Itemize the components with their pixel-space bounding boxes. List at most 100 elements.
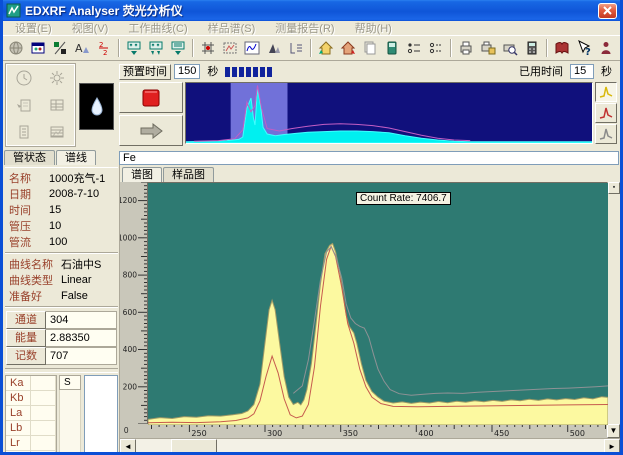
scrollbar-track[interactable] xyxy=(136,439,604,453)
chart-side-button[interactable]: ▪ xyxy=(608,182,620,194)
progress-block xyxy=(225,67,230,77)
ratio-toolbar-button[interactable] xyxy=(49,38,71,59)
tab-tube-status[interactable]: 管状态 xyxy=(4,150,55,165)
peak-yellow-button[interactable] xyxy=(595,82,617,102)
scrollbar-thumb[interactable] xyxy=(171,439,217,453)
timer-button[interactable] xyxy=(7,65,41,92)
spectrum-save-toolbar-button[interactable] xyxy=(123,38,145,59)
chart-panel: 谱图 样品图 20040060080010001200 Count Rate: … xyxy=(120,165,620,453)
preset-time-value[interactable]: 150 xyxy=(174,64,200,79)
peak-compare-icon xyxy=(266,40,282,56)
sample-indicator xyxy=(79,83,114,130)
toolbar-separator xyxy=(546,39,548,57)
svg-text:450: 450 xyxy=(494,429,509,438)
svg-text:2: 2 xyxy=(103,49,107,56)
window-settings-toolbar-button[interactable] xyxy=(27,38,49,59)
option-list-2-toolbar-button[interactable] xyxy=(425,38,447,59)
clock-icon xyxy=(15,69,33,87)
spectrum-preview[interactable] xyxy=(185,82,593,144)
menu-item-settings[interactable]: 设置(E) xyxy=(9,20,66,36)
element-column-header[interactable]: S xyxy=(59,375,81,390)
peak-view-buttons xyxy=(593,81,618,147)
font-scale-toolbar-button[interactable]: A xyxy=(71,38,93,59)
device-toolbar-button[interactable] xyxy=(381,38,403,59)
smooth-curve-icon xyxy=(244,40,260,56)
tab-spectral-lines[interactable]: 谱线 xyxy=(56,150,96,165)
peak-compare-toolbar-button[interactable] xyxy=(263,38,285,59)
menu-item-help[interactable]: 帮助(H) xyxy=(349,20,406,36)
option-list-1-toolbar-button[interactable] xyxy=(403,38,425,59)
tab-sample-chart[interactable]: 样品图 xyxy=(163,167,214,182)
start-button[interactable] xyxy=(119,115,183,146)
app-icon xyxy=(6,3,21,18)
print-toolbar-button[interactable] xyxy=(455,38,477,59)
cursor-info-group: 通道304 能量2.88350 记数707 xyxy=(5,307,118,369)
stop-icon xyxy=(141,88,161,108)
peak-search-toolbar-button[interactable] xyxy=(197,38,219,59)
fraction-toolbar-button[interactable]: 22 xyxy=(93,38,115,59)
sphere-toolbar-button[interactable] xyxy=(5,38,27,59)
peak-red-button[interactable] xyxy=(595,103,617,123)
acquisition-area: 预置时间 150 秒 已用时间 15 秒 xyxy=(3,61,620,149)
notes-button[interactable] xyxy=(7,118,41,145)
table-chart-icon xyxy=(48,123,66,141)
menu-item-sample-spectrum[interactable]: 样品谱(S) xyxy=(202,20,270,36)
home-import-toolbar-button[interactable] xyxy=(315,38,337,59)
stop-button[interactable] xyxy=(119,82,183,113)
info-row: 曲线名称石油中S xyxy=(5,256,118,272)
exit-user-toolbar-button[interactable] xyxy=(595,38,617,59)
context-help-toolbar-button[interactable]: ? xyxy=(573,38,595,59)
spectrum-delete-toolbar-button[interactable] xyxy=(145,38,167,59)
element-input[interactable]: Fe xyxy=(119,151,619,165)
spectrum-new-icon xyxy=(170,40,186,56)
menu-item-view[interactable]: 视图(V) xyxy=(66,20,123,36)
cursor-row: 通道304 xyxy=(6,311,117,329)
tube-table-button[interactable] xyxy=(41,92,75,119)
spectrum-chart xyxy=(148,183,608,425)
emission-lines-area: Ka Kb La Lb Lr LeIn S xyxy=(5,372,118,455)
region-select-toolbar-button[interactable] xyxy=(219,38,241,59)
hand-page-icon xyxy=(15,96,33,114)
close-button[interactable] xyxy=(598,3,617,19)
spectrum-plot[interactable]: Count Rate: 7406.7 xyxy=(147,182,607,424)
spectrum-new-toolbar-button[interactable] xyxy=(167,38,189,59)
sample-load-button[interactable] xyxy=(7,92,41,119)
tab-spectrum-chart[interactable]: 谱图 xyxy=(122,167,162,182)
report-table-button[interactable] xyxy=(41,118,75,145)
sun-icon xyxy=(48,69,66,87)
x-axis-dropdown-button[interactable]: ▼ xyxy=(607,424,620,438)
element-listbox[interactable] xyxy=(84,375,118,455)
scroll-right-button[interactable]: ► xyxy=(604,439,620,453)
menu-item-working-curve[interactable]: 工作曲线(C) xyxy=(122,20,201,36)
field-label: 时间 xyxy=(5,202,49,218)
element-column: S xyxy=(59,375,81,455)
peak-list-icon xyxy=(288,40,304,56)
home-export-toolbar-button[interactable] xyxy=(337,38,359,59)
info-row: 曲线类型Linear xyxy=(5,272,118,288)
peak-gray-button[interactable] xyxy=(595,124,617,144)
hv-button[interactable] xyxy=(41,65,75,92)
smooth-curve-toolbar-button[interactable] xyxy=(241,38,263,59)
calculator-toolbar-button[interactable] xyxy=(521,38,543,59)
svg-text:800: 800 xyxy=(123,271,138,280)
print-preview-toolbar-button[interactable] xyxy=(499,38,521,59)
svg-text:1200: 1200 xyxy=(120,196,137,205)
field-label: 名称 xyxy=(5,170,49,186)
menu-item-measure-report[interactable]: 测量报告(R) xyxy=(269,20,348,36)
scroll-left-button[interactable]: ◄ xyxy=(120,439,136,453)
info-row: 日期2008-7-10 xyxy=(5,186,118,202)
line-row: Lr xyxy=(6,436,56,451)
print-setup-toolbar-button[interactable] xyxy=(477,38,499,59)
progress-block xyxy=(246,67,251,77)
peak-list-toolbar-button[interactable] xyxy=(285,38,307,59)
line-value xyxy=(31,376,56,390)
copy-stack-toolbar-button[interactable] xyxy=(359,38,381,59)
help-book-toolbar-button[interactable] xyxy=(551,38,573,59)
main-area: 名称1000充气-1 日期2008-7-10 时间15 管压10 管流100 曲… xyxy=(3,165,620,453)
elapsed-time-unit: 秒 xyxy=(597,64,616,80)
field-label: 曲线类型 xyxy=(5,272,61,288)
left-tabs-row: 管状态 谱线 Fe xyxy=(3,149,620,165)
svg-text:600: 600 xyxy=(123,308,138,317)
acquisition-row xyxy=(117,81,618,147)
curve-info-group: 曲线名称石油中S 曲线类型Linear 准备好False xyxy=(5,253,118,307)
